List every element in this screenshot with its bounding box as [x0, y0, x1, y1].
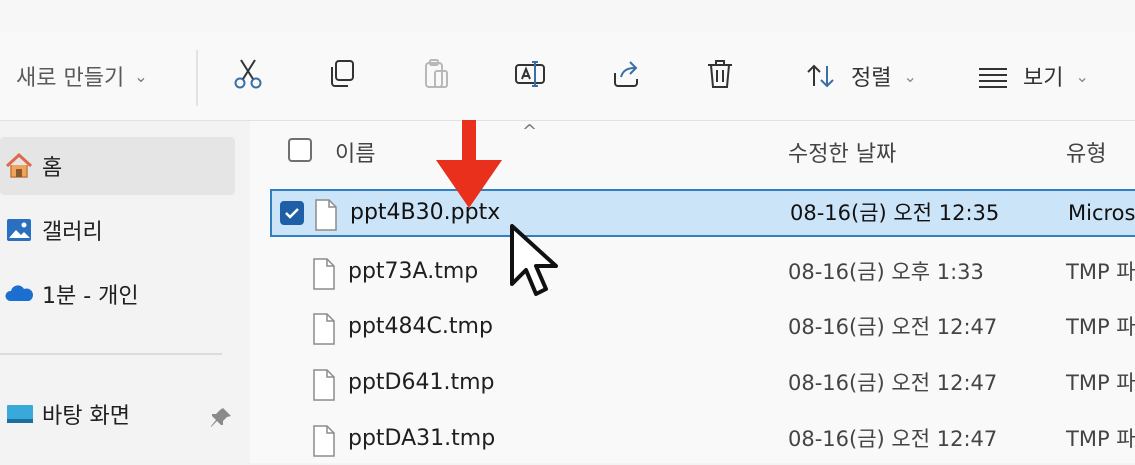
title-area [0, 0, 1135, 32]
share-icon [614, 61, 638, 87]
new-label: 새로 만들기 [16, 66, 125, 91]
copy-icon [331, 60, 354, 87]
sidebar-item-label: 1분 - 개인 [42, 284, 139, 309]
sidebar-item-gallery[interactable]: 갤러리 [0, 201, 103, 259]
file-icon [313, 258, 335, 290]
sort-button[interactable]: 정렬 ⌄ [805, 32, 917, 120]
scissors-icon [234, 59, 262, 89]
view-label: 보기 [1023, 66, 1064, 91]
table-row[interactable]: pptDA31.tmp 08-16(금) 오전 12:47 TMP 파 [270, 417, 1135, 465]
file-type: TMP 파 [1066, 427, 1135, 451]
row-checkbox[interactable] [280, 201, 304, 225]
file-type: TMP 파 [1066, 260, 1135, 284]
toolbar-divider [196, 50, 198, 106]
file-type: Microso [1068, 201, 1135, 225]
rename-icon [515, 61, 545, 87]
file-date: 08-16(금) 오전 12:47 [788, 371, 998, 395]
chevron-down-icon: ⌄ [903, 66, 917, 86]
sidebar-item-onedrive[interactable]: 1분 - 개인 [0, 265, 139, 323]
red-arrow-icon [436, 120, 502, 208]
table-row[interactable]: ppt73A.tmp 08-16(금) 오후 1:33 TMP 파 [270, 250, 1135, 298]
mouse-cursor-icon [510, 224, 558, 296]
copy-button[interactable] [322, 52, 362, 96]
sidebar-divider [0, 353, 222, 355]
file-icon [313, 425, 335, 457]
column-header-date[interactable]: 수정한 날짜 [788, 121, 896, 183]
column-header-type[interactable]: 유형 [1066, 121, 1106, 183]
table-row[interactable]: pptD641.tmp 08-16(금) 오전 12:47 TMP 파 [270, 361, 1135, 409]
select-all-checkbox[interactable] [288, 138, 312, 162]
sort-label: 정렬 [851, 66, 892, 91]
cut-button[interactable] [228, 52, 268, 96]
view-button[interactable]: 보기 ⌄ [977, 32, 1089, 120]
file-type: TMP 파 [1066, 371, 1135, 395]
chevron-down-icon: ⌄ [134, 66, 148, 86]
share-button[interactable] [606, 52, 646, 96]
file-date: 08-16(금) 오전 12:47 [788, 427, 998, 451]
paste-button[interactable] [416, 52, 456, 96]
file-type: TMP 파 [1066, 315, 1135, 339]
file-icon [313, 313, 335, 345]
file-date: 08-16(금) 오전 12:35 [790, 201, 1000, 225]
list-view-icon [977, 60, 1009, 92]
navigation-pane: 홈 갤러리 1분 - 개인 바탕 화면 [0, 121, 250, 463]
trash-icon [708, 60, 732, 88]
column-header-name[interactable]: 이름 [335, 121, 375, 183]
pin-icon[interactable] [208, 405, 234, 431]
table-row[interactable]: ppt484C.tmp 08-16(금) 오전 12:47 TMP 파 [270, 305, 1135, 353]
sidebar-item-label: 홈 [42, 156, 63, 181]
delete-button[interactable] [700, 52, 740, 96]
rename-button[interactable] [510, 52, 550, 96]
file-name: ppt484C.tmp [348, 314, 493, 339]
paste-icon [425, 59, 448, 88]
file-name: pptD641.tmp [348, 370, 495, 395]
file-icon [315, 199, 337, 231]
sidebar-item-desktop[interactable]: 바탕 화면 [0, 385, 130, 443]
file-name: pptDA31.tmp [348, 426, 496, 451]
file-date: 08-16(금) 오후 1:33 [788, 260, 984, 284]
chevron-down-icon: ⌄ [1075, 66, 1089, 86]
sidebar-item-label: 갤러리 [42, 220, 103, 245]
file-date: 08-16(금) 오전 12:47 [788, 315, 998, 339]
desktop-icon [4, 399, 34, 429]
new-button[interactable]: 새로 만들기 ⌄ [16, 32, 148, 120]
sidebar-item-home[interactable]: 홈 [0, 137, 235, 195]
file-list: ^ 이름 수정한 날짜 유형 ppt4B30.pptx 08-16(금) 오전 … [250, 121, 1135, 463]
onedrive-cloud-icon [4, 279, 34, 309]
gallery-icon [4, 215, 34, 245]
file-icon [313, 369, 335, 401]
command-bar: 새로 만들기 ⌄ 정렬 ⌄ 보기 ⌄ [0, 32, 1135, 121]
sort-arrows-icon [805, 60, 837, 92]
table-row[interactable]: ppt4B30.pptx 08-16(금) 오전 12:35 Microso [270, 189, 1135, 237]
home-icon [4, 151, 34, 181]
sidebar-item-label: 바탕 화면 [42, 404, 130, 429]
sort-indicator-icon: ^ [522, 121, 538, 142]
checkmark-icon [285, 208, 299, 219]
file-name: ppt73A.tmp [348, 259, 479, 284]
